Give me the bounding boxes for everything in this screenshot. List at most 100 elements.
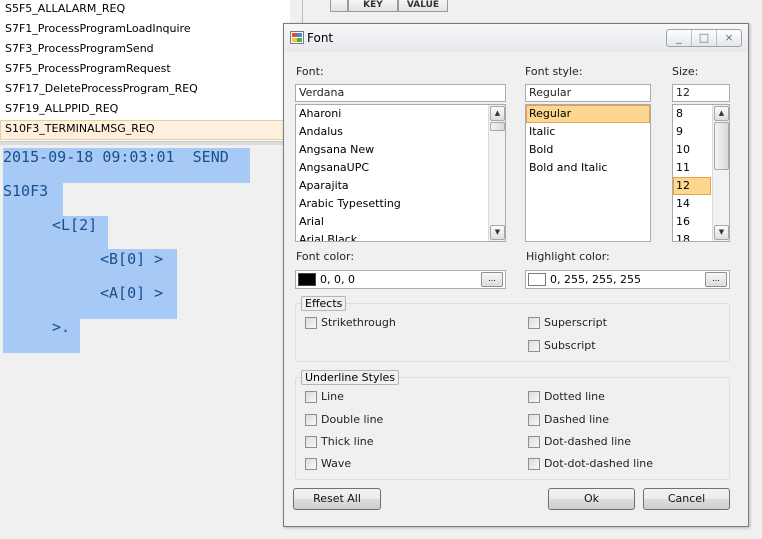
font-dialog-icon bbox=[290, 31, 304, 44]
double-line-label: Double line bbox=[321, 413, 384, 426]
dashed-line-checkbox[interactable]: Dashed line bbox=[528, 413, 609, 426]
ok-button[interactable]: Ok bbox=[548, 488, 635, 510]
font-list-item[interactable]: Angsana New bbox=[296, 141, 505, 159]
reset-all-button[interactable]: Reset All bbox=[293, 488, 381, 510]
highlight-color-picker-button[interactable]: ... bbox=[705, 272, 727, 287]
checkbox-icon[interactable] bbox=[305, 390, 317, 403]
message-item[interactable]: S5F5_ALLALARM_REQ bbox=[0, 0, 290, 20]
line-checkbox[interactable]: Line bbox=[305, 390, 344, 403]
font-list-scrollbar[interactable]: ▲ ▼ bbox=[488, 105, 505, 241]
font-name-list[interactable]: Aharoni Andalus Angsana New AngsanaUPC A… bbox=[295, 104, 506, 242]
effects-group: Effects Strikethrough Superscript Subscr… bbox=[295, 296, 730, 362]
grid-row-header bbox=[330, 0, 348, 12]
log-selection-highlight bbox=[3, 148, 250, 353]
font-name-input[interactable]: Verdana bbox=[295, 84, 506, 102]
font-style-item-selected[interactable]: Regular bbox=[526, 105, 650, 123]
font-list-item[interactable]: Aharoni bbox=[296, 105, 505, 123]
grid-header-key[interactable]: KEY bbox=[348, 0, 398, 12]
font-dialog: Font _ □ × Font: Verdana Aharoni Andalus… bbox=[283, 23, 749, 527]
message-item-selected[interactable]: S10F3_TERMINALMSG_REQ bbox=[0, 120, 290, 140]
scroll-thumb[interactable] bbox=[714, 122, 729, 170]
checkbox-icon[interactable] bbox=[528, 390, 540, 403]
font-list-item[interactable]: Arial Black bbox=[296, 231, 505, 241]
wave-checkbox[interactable]: Wave bbox=[305, 457, 351, 470]
log-line-ascii: <A[0] > bbox=[100, 284, 164, 302]
strikethrough-label: Strikethrough bbox=[321, 316, 396, 329]
double-line-checkbox[interactable]: Double line bbox=[305, 413, 383, 426]
dotted-line-checkbox[interactable]: Dotted line bbox=[528, 390, 605, 403]
dot-dot-dashed-line-checkbox[interactable]: Dot-dot-dashed line bbox=[528, 457, 653, 470]
font-color-picker-button[interactable]: ... bbox=[481, 272, 503, 287]
font-list-item[interactable]: Arial bbox=[296, 213, 505, 231]
highlight-color-field[interactable]: 0, 255, 255, 255 ... bbox=[525, 270, 730, 289]
font-style-input[interactable]: Regular bbox=[525, 84, 651, 102]
message-log[interactable]: 2015-09-18 09:03:01 SEND S10F3 <L[2] <B[… bbox=[0, 145, 290, 539]
font-style-item[interactable]: Bold bbox=[526, 141, 650, 159]
font-label: Font: bbox=[296, 65, 324, 78]
superscript-checkbox[interactable]: Superscript bbox=[528, 316, 607, 329]
message-item[interactable]: S7F19_ALLPPID_REQ bbox=[0, 100, 290, 120]
log-line-timestamp: 2015-09-18 09:03:01 SEND bbox=[3, 148, 229, 166]
scroll-up-icon[interactable]: ▲ bbox=[490, 106, 505, 121]
message-item[interactable]: S7F1_ProcessProgramLoadInquire bbox=[0, 20, 290, 40]
log-line-binary: <B[0] > bbox=[100, 250, 164, 268]
dotted-line-label: Dotted line bbox=[544, 390, 605, 403]
dialog-titlebar[interactable]: Font _ □ × bbox=[284, 24, 748, 52]
cancel-button[interactable]: Cancel bbox=[643, 488, 730, 510]
dot-dashed-line-checkbox[interactable]: Dot-dashed line bbox=[528, 435, 631, 448]
maximize-button[interactable]: □ bbox=[692, 30, 717, 46]
superscript-label: Superscript bbox=[544, 316, 607, 329]
subscript-label: Subscript bbox=[544, 339, 596, 352]
log-line-end: >. bbox=[52, 318, 71, 336]
thick-line-checkbox[interactable]: Thick line bbox=[305, 435, 374, 448]
log-line-list: <L[2] bbox=[52, 216, 98, 234]
highlight-color-swatch bbox=[528, 273, 546, 286]
dashed-line-label: Dashed line bbox=[544, 413, 610, 426]
underline-styles-group: Underline Styles Line Double line Thick … bbox=[295, 370, 730, 480]
size-input[interactable]: 12 bbox=[672, 84, 730, 102]
size-label: Size: bbox=[672, 65, 699, 78]
font-style-item[interactable]: Bold and Italic bbox=[526, 159, 650, 177]
size-item-selected[interactable]: 12 bbox=[673, 177, 711, 195]
font-list-item[interactable]: Aparajita bbox=[296, 177, 505, 195]
checkbox-icon[interactable] bbox=[528, 435, 540, 448]
log-line-stream: S10F3 bbox=[3, 182, 49, 200]
line-label: Line bbox=[321, 390, 344, 403]
checkbox-icon[interactable] bbox=[528, 316, 540, 329]
font-list-item[interactable]: AngsanaUPC bbox=[296, 159, 505, 177]
font-color-field[interactable]: 0, 0, 0 ... bbox=[295, 270, 506, 289]
dot-dot-dashed-line-label: Dot-dot-dashed line bbox=[544, 457, 654, 470]
minimize-button[interactable]: _ bbox=[667, 30, 692, 46]
scroll-down-icon[interactable]: ▼ bbox=[714, 225, 729, 240]
checkbox-icon[interactable] bbox=[305, 457, 317, 470]
scroll-down-icon[interactable]: ▼ bbox=[490, 225, 505, 240]
close-button[interactable]: × bbox=[717, 30, 741, 46]
checkbox-icon[interactable] bbox=[528, 413, 540, 426]
subscript-checkbox[interactable]: Subscript bbox=[528, 339, 596, 352]
checkbox-icon[interactable] bbox=[305, 413, 317, 426]
dot-dashed-line-label: Dot-dashed line bbox=[544, 435, 632, 448]
highlight-color-label: Highlight color: bbox=[526, 250, 610, 263]
size-list-scrollbar[interactable]: ▲ ▼ bbox=[712, 105, 729, 241]
font-color-label: Font color: bbox=[296, 250, 355, 263]
message-item[interactable]: S7F3_ProcessProgramSend bbox=[0, 40, 290, 60]
wave-label: Wave bbox=[321, 457, 352, 470]
checkbox-icon[interactable] bbox=[305, 435, 317, 448]
font-color-swatch bbox=[298, 273, 316, 286]
checkbox-icon[interactable] bbox=[305, 316, 317, 329]
font-style-label: Font style: bbox=[525, 65, 583, 78]
scroll-up-icon[interactable]: ▲ bbox=[714, 106, 729, 121]
font-style-item[interactable]: Italic bbox=[526, 123, 650, 141]
message-item[interactable]: S7F5_ProcessProgramRequest bbox=[0, 60, 290, 80]
size-list[interactable]: 8 9 10 11 12 14 16 18 ▲ ▼ bbox=[672, 104, 730, 242]
grid-header-value[interactable]: VALUE bbox=[398, 0, 448, 12]
font-list-item[interactable]: Andalus bbox=[296, 123, 505, 141]
font-list-item[interactable]: Arabic Typesetting bbox=[296, 195, 505, 213]
strikethrough-checkbox[interactable]: Strikethrough bbox=[305, 316, 396, 329]
message-item[interactable]: S7F17_DeleteProcessProgram_REQ bbox=[0, 80, 290, 100]
scroll-thumb[interactable] bbox=[490, 122, 505, 131]
font-style-list[interactable]: Regular Italic Bold Bold and Italic bbox=[525, 104, 651, 242]
checkbox-icon[interactable] bbox=[528, 339, 540, 352]
highlight-color-value: 0, 255, 255, 255 bbox=[550, 273, 641, 286]
checkbox-icon[interactable] bbox=[528, 457, 540, 470]
